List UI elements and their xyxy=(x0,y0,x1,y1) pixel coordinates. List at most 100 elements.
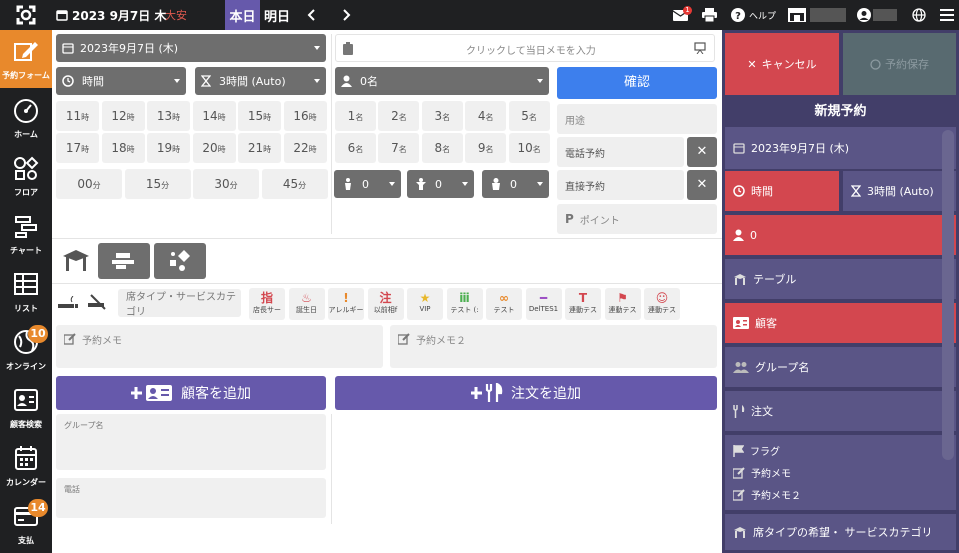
phone-field[interactable]: 電話 xyxy=(56,478,326,518)
summary-group[interactable]: グループ名 xyxy=(725,347,956,387)
add-order-button[interactable]: 注文を追加 xyxy=(335,376,717,410)
summary-seat-category[interactable]: 席タイプの希望・ サービスカテゴリ xyxy=(725,514,956,550)
phone-reservation-tag[interactable]: 電話予約 xyxy=(557,137,684,167)
tomorrow-button[interactable]: 明日 xyxy=(264,0,290,30)
daily-memo-bar[interactable]: クリックして当日メモを入力 xyxy=(335,34,715,62)
app-logo[interactable] xyxy=(0,0,52,30)
people-count-button[interactable]: 6名 xyxy=(335,133,376,163)
duration-select[interactable]: 3時間 (Auto) xyxy=(195,67,326,95)
hour-button[interactable]: 21時 xyxy=(238,133,281,163)
minute-button[interactable]: 15分 xyxy=(124,169,191,199)
tag-button[interactable]: ★ VIP xyxy=(407,288,443,320)
save-reservation-button[interactable]: 予約保存 xyxy=(843,33,956,95)
hour-button[interactable]: 19時 xyxy=(147,133,190,163)
date-select[interactable]: 2023年9月7日 (木) xyxy=(56,34,326,62)
store-icon[interactable] xyxy=(788,0,806,30)
adult-select[interactable]: 0 xyxy=(334,170,401,198)
baby-select[interactable]: 0 xyxy=(482,170,549,198)
non-smoking-icon[interactable] xyxy=(88,292,112,312)
presentation-icon[interactable] xyxy=(694,42,706,54)
help-link[interactable]: ヘルプ xyxy=(749,0,776,30)
tag-button[interactable]: ⅲ テスト (: xyxy=(446,288,483,320)
people-count-button[interactable]: 10名 xyxy=(508,133,550,163)
hour-button[interactable]: 12時 xyxy=(101,101,145,131)
globe-icon[interactable] xyxy=(912,0,926,30)
summary-people[interactable]: 0 xyxy=(725,215,956,255)
point-field[interactable]: P ポイント xyxy=(557,204,717,234)
people-count-button[interactable]: 7名 xyxy=(378,133,420,163)
remove-direct-reservation-button[interactable]: ✕ xyxy=(687,170,717,200)
current-date[interactable]: 2023 9月7日 木 xyxy=(72,0,166,30)
time-select[interactable]: 時間 xyxy=(56,67,186,95)
nav-list[interactable]: リスト xyxy=(0,263,52,321)
nav-calendar[interactable]: カレンダー xyxy=(0,437,52,495)
child-select[interactable]: 0 xyxy=(407,170,474,198)
purpose-field[interactable]: 用途 xyxy=(557,104,717,134)
tag-button[interactable]: ☺ 連動テス xyxy=(644,288,680,320)
hour-button[interactable]: 16時 xyxy=(283,101,327,131)
smoking-icon[interactable] xyxy=(58,292,82,312)
minute-button[interactable]: 30分 xyxy=(193,169,259,199)
summary-flags-memos[interactable]: フラグ 予約メモ 予約メモ２ xyxy=(725,435,956,510)
hour-button[interactable]: 17時 xyxy=(56,133,99,163)
hour-button[interactable]: 18時 xyxy=(101,133,145,163)
nav-chart[interactable]: チャート xyxy=(0,205,52,263)
floor-view-button[interactable] xyxy=(154,243,206,279)
summary-duration[interactable]: 3時間 (Auto) xyxy=(843,171,956,211)
minute-button[interactable]: 45分 xyxy=(261,169,328,199)
tag-button[interactable]: ∞ テスト xyxy=(486,288,522,320)
people-count-button[interactable]: 2名 xyxy=(378,101,420,131)
add-customer-button[interactable]: 顧客を追加 xyxy=(56,376,326,410)
people-count-button[interactable]: 9名 xyxy=(465,133,507,163)
nav-home[interactable]: ホーム xyxy=(0,89,52,147)
remove-phone-reservation-button[interactable]: ✕ xyxy=(687,137,717,167)
reservation-memo-field[interactable]: 予約メモ xyxy=(56,325,383,368)
reservation-memo2-field[interactable]: 予約メモ２ xyxy=(390,325,717,368)
mail-icon[interactable]: 1 xyxy=(673,0,692,30)
print-icon[interactable] xyxy=(702,0,717,30)
hour-button[interactable]: 14時 xyxy=(192,101,236,131)
summary-order[interactable]: 注文 xyxy=(725,391,956,431)
direct-reservation-tag[interactable]: 直接予約 xyxy=(557,170,684,200)
today-button[interactable]: 本日 xyxy=(225,0,260,30)
panel-scrollbar[interactable] xyxy=(942,130,954,460)
hour-button[interactable]: 11時 xyxy=(56,101,99,131)
nav-floor[interactable]: フロア xyxy=(0,147,52,205)
people-count-button[interactable]: 5名 xyxy=(508,101,550,131)
tag-button[interactable]: ⚑ 連動テス xyxy=(604,288,641,320)
hour-button[interactable]: 13時 xyxy=(147,101,190,131)
tag-button[interactable]: ! アレルギー xyxy=(328,288,364,320)
table-view-button[interactable] xyxy=(56,243,96,279)
confirm-button[interactable]: 確認 xyxy=(557,67,717,99)
calendar-icon[interactable] xyxy=(56,0,68,30)
summary-table[interactable]: テーブル xyxy=(725,259,956,299)
chevron-right-icon[interactable] xyxy=(341,0,351,30)
tag-button[interactable]: ♨ 誕生日 xyxy=(288,288,325,320)
people-count-button[interactable]: 8名 xyxy=(421,133,463,163)
hour-button[interactable]: 15時 xyxy=(238,101,281,131)
people-count-button[interactable]: 3名 xyxy=(421,101,463,131)
tag-button[interactable]: ━ DelTES1 xyxy=(525,288,562,320)
people-select[interactable]: 0名 xyxy=(335,67,549,95)
cancel-button[interactable]: ✕ キャンセル xyxy=(725,33,839,95)
people-count-button[interactable]: 1名 xyxy=(335,101,376,131)
nav-reservation-form[interactable]: 予約フォーム xyxy=(0,30,52,88)
summary-date[interactable]: 2023年9月7日 (木) xyxy=(725,127,956,169)
hour-button[interactable]: 22時 xyxy=(283,133,327,163)
group-name-field[interactable]: グループ名 xyxy=(56,414,326,470)
seat-category-field[interactable]: 席タイプ・サービスカテゴリ xyxy=(118,289,241,318)
tag-button[interactable]: 注以前相f xyxy=(367,288,404,320)
menu-icon[interactable] xyxy=(940,0,954,30)
chart-view-button[interactable] xyxy=(98,243,150,279)
nav-payment[interactable]: 14 支払 xyxy=(0,495,52,553)
summary-time[interactable]: 時間 xyxy=(725,171,839,211)
user-icon[interactable] xyxy=(857,0,871,30)
nav-online[interactable]: 10 オンライン xyxy=(0,321,52,379)
people-count-button[interactable]: 4名 xyxy=(465,101,507,131)
tag-button[interactable]: 指店長サー xyxy=(249,288,285,320)
minute-button[interactable]: 00分 xyxy=(56,169,122,199)
tag-button[interactable]: T 連動テス xyxy=(565,288,601,320)
help-icon[interactable]: ? xyxy=(731,0,745,30)
chevron-left-icon[interactable] xyxy=(307,0,317,30)
nav-customer-search[interactable]: 顧客検索 xyxy=(0,379,52,437)
